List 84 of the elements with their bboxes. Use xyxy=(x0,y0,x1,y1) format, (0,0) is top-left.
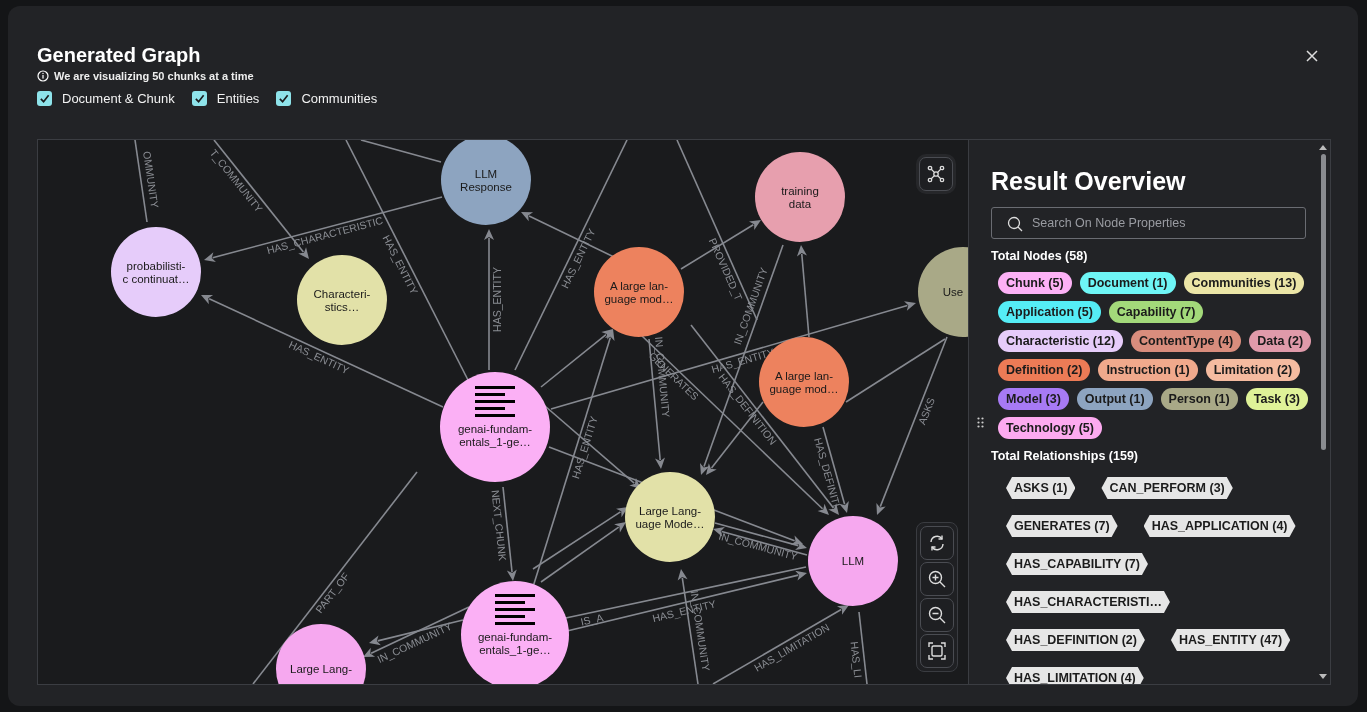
checkbox-label[interactable]: Document & Chunk xyxy=(62,91,175,106)
document-icon xyxy=(495,594,535,625)
relationship-tag[interactable]: HAS_APPLICATION (4) xyxy=(1143,515,1296,537)
graph-node[interactable] xyxy=(440,372,550,482)
relationship-tag[interactable]: HAS_ENTITY (47) xyxy=(1170,629,1291,651)
close-button[interactable] xyxy=(1304,48,1320,64)
node-label: probabilisti- c continuat… xyxy=(122,259,190,285)
node-label: LLM Response xyxy=(460,167,512,193)
drag-handle-icon[interactable] xyxy=(977,417,984,428)
graph-node[interactable] xyxy=(808,516,898,606)
edge-label: HAS_ENTITY xyxy=(490,267,503,332)
search-icon xyxy=(1007,216,1023,232)
edge-label: NEXT_CHUNK xyxy=(489,489,509,562)
node-label-tag[interactable]: Instruction (1) xyxy=(1098,359,1198,381)
zoom-in-button[interactable] xyxy=(920,562,954,596)
edge-label: OMMUNITY xyxy=(141,150,162,209)
node-label-tag[interactable]: ContentType (4) xyxy=(1131,330,1242,352)
close-icon xyxy=(1306,50,1318,62)
info-icon xyxy=(37,70,49,82)
node-label: Characteri- stics… xyxy=(313,287,371,313)
search-field[interactable]: Search On Node Properties xyxy=(991,207,1306,239)
node-label-tag[interactable]: Model (3) xyxy=(998,388,1069,410)
arrow-up-icon[interactable] xyxy=(1319,144,1327,150)
document-icon xyxy=(475,386,515,417)
zoom-out-button[interactable] xyxy=(920,598,954,632)
graph-node[interactable] xyxy=(755,152,845,242)
relationship-tag[interactable]: HAS_CHARACTERISTI… xyxy=(1006,591,1170,613)
section-heading: Total Relationships (159) xyxy=(991,449,1139,463)
node-label-tag[interactable]: Chunk (5) xyxy=(998,272,1072,294)
checkbox[interactable] xyxy=(37,91,52,106)
relationship-tag[interactable]: ASKS (1) xyxy=(1006,477,1076,499)
relationship-tag[interactable]: CAN_PERFORM (3) xyxy=(1101,477,1233,499)
graph-canvas[interactable] xyxy=(38,140,969,684)
node-label-tag[interactable]: Person (1) xyxy=(1160,388,1238,410)
zoom-in-icon xyxy=(927,569,947,589)
node-label: Large Lang- uage Mode… xyxy=(635,504,705,530)
node-label: LLM xyxy=(841,555,865,567)
edge-label: ASKS xyxy=(915,395,937,427)
node-label-tag[interactable]: Limitation (2) xyxy=(1205,359,1301,381)
section-heading: Total Nodes (58) xyxy=(991,249,1089,263)
checkbox[interactable] xyxy=(191,91,207,106)
node-label-tag[interactable]: Characteristic (12) xyxy=(998,330,1124,352)
info-text: We are visualizing 50 chunks at a time xyxy=(54,70,254,82)
zoom-out-icon xyxy=(927,605,947,625)
node-label: A large lan- guage mod… xyxy=(604,279,674,305)
node-label: training data xyxy=(781,184,819,210)
network-icon xyxy=(926,164,946,184)
node-label-tag[interactable]: Application (5) xyxy=(998,301,1101,323)
dialog-title: Generated Graph xyxy=(37,43,202,68)
edge-label: HAS_LI xyxy=(848,641,865,679)
graph-node[interactable] xyxy=(111,227,201,317)
graph-node[interactable] xyxy=(461,581,569,684)
graph-node[interactable] xyxy=(276,624,366,684)
node-label-tag[interactable]: Technology (5) xyxy=(998,417,1102,439)
relationship-tag[interactable]: HAS_LIMITATION (4) xyxy=(1006,667,1144,684)
panel-title: Result Overview xyxy=(991,166,1187,196)
refresh-icon xyxy=(927,533,947,553)
refresh-button[interactable] xyxy=(920,526,954,560)
checkbox[interactable] xyxy=(276,91,292,106)
arrow-down-icon[interactable] xyxy=(1319,674,1327,680)
node-label-tag[interactable]: Communities (13) xyxy=(1183,272,1305,294)
node-label-tag[interactable]: Task (3) xyxy=(1245,388,1309,410)
graph-node[interactable] xyxy=(441,140,531,225)
relationship-tag[interactable]: HAS_CAPABILITY (7) xyxy=(1006,553,1148,575)
fit-view-icon xyxy=(927,641,947,661)
node-label: Large Lang- xyxy=(290,663,352,675)
node-label: Use xyxy=(942,286,964,298)
relationship-tag[interactable]: GENERATES (7) xyxy=(1006,515,1118,537)
graph-node[interactable] xyxy=(625,472,715,562)
node-label-tag[interactable]: Data (2) xyxy=(1249,330,1312,352)
edge-label: IS_A xyxy=(579,611,605,628)
layout-button[interactable] xyxy=(919,157,953,191)
checkbox-label[interactable]: Communities xyxy=(301,91,378,106)
node-label: genai-fundam- entals_1-ge… xyxy=(457,423,533,448)
node-label-tag[interactable]: Capability (7) xyxy=(1108,301,1204,323)
node-label: genai-fundam- entals_1-ge… xyxy=(477,631,553,656)
relationship-tag[interactable]: HAS_DEFINITION (2) xyxy=(1006,629,1145,651)
fit-view-button[interactable] xyxy=(920,634,954,668)
graph-node[interactable] xyxy=(594,247,684,337)
node-label-tag[interactable]: Output (1) xyxy=(1076,388,1153,410)
node-label-tag[interactable]: Definition (2) xyxy=(998,359,1091,381)
checkbox-label[interactable]: Entities xyxy=(216,91,260,106)
node-label-tag[interactable]: Document (1) xyxy=(1079,272,1176,294)
graph-node[interactable] xyxy=(918,247,968,337)
